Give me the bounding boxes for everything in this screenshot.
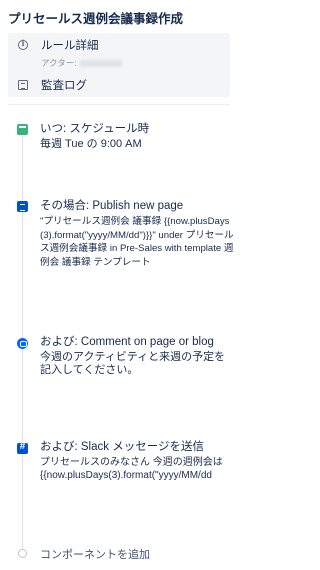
actor-label: アクター: <box>41 58 77 68</box>
add-component-button[interactable]: コンポーネントを追加 <box>40 546 150 562</box>
actor-line: アクター: <box>41 57 122 69</box>
comment-step[interactable]: および: Comment on page or blog 今週のアクティビティと… <box>40 336 236 377</box>
rule-details-item[interactable]: ルール詳細 <box>18 37 99 53</box>
publish-page-step[interactable]: その場合: Publish new page "プリセールス週例会 議事録 {{… <box>40 200 236 269</box>
slack-step[interactable]: および: Slack メッセージを送信 プリセールスのみなさん 今週の週例会は … <box>40 441 236 482</box>
actor-redacted <box>79 59 122 67</box>
document-icon <box>18 80 28 90</box>
page-icon <box>17 201 28 212</box>
step-heading: その場合: Publish new page <box>40 200 184 212</box>
page-title: プリセールス週例会議事録作成 <box>8 12 184 26</box>
slack-icon <box>17 441 28 454</box>
add-component-dot <box>18 549 27 558</box>
comment-icon <box>17 338 28 349</box>
step-heading: いつ: スケジュール時 <box>40 123 150 135</box>
rule-menu: ルール詳細 アクター: 監査ログ <box>8 33 230 97</box>
step-heading: および: Slack メッセージを送信 <box>40 441 204 453</box>
step-detail: 毎週 Tue の 9:00 AM <box>40 138 142 150</box>
divider <box>8 104 230 105</box>
audit-log-item[interactable]: 監査ログ <box>18 77 87 93</box>
step-detail: プリセールスのみなさん 今週の週例会は {{now.plusDays(3).fo… <box>40 457 223 481</box>
trigger-step[interactable]: いつ: スケジュール時 毎週 Tue の 9:00 AM <box>40 123 236 151</box>
step-detail: 今週のアクティビティと来週の予定を記入してください。 <box>40 351 226 376</box>
step-detail: "プリセールス週例会 議事録 {{now.plusDays(3).format(… <box>40 216 234 268</box>
step-heading: および: Comment on page or blog <box>40 336 214 348</box>
rule-details-label: ルール詳細 <box>41 40 99 52</box>
calendar-icon <box>17 124 28 135</box>
info-icon <box>18 38 28 50</box>
audit-log-label: 監査ログ <box>41 80 87 92</box>
